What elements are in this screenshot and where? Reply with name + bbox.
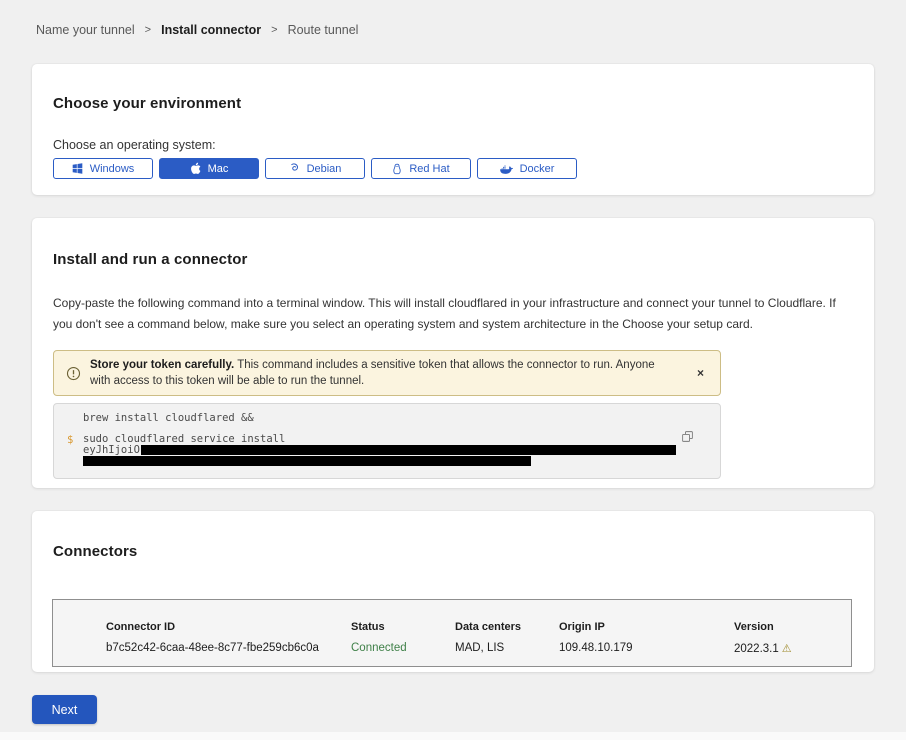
install-description: Copy-paste the following command into a … [53, 293, 848, 335]
token-prefix: eyJhIjoiO [83, 444, 140, 456]
os-button-label: Docker [520, 163, 555, 175]
copy-icon[interactable] [681, 430, 694, 443]
warning-triangle-icon: ⚠ [782, 643, 792, 655]
breadcrumb-route-tunnel[interactable]: Route tunnel [288, 23, 359, 37]
os-select-label: Choose an operating system: [53, 138, 853, 152]
environment-card: Choose your environment Choose an operat… [32, 64, 874, 195]
code-line-service-install: sudo cloudflared service install [83, 434, 720, 445]
status-badge: Connected [351, 642, 455, 655]
linux-penguin-icon [392, 163, 402, 175]
breadcrumb-name-your-tunnel[interactable]: Name your tunnel [36, 23, 135, 37]
os-button-docker[interactable]: Docker [477, 158, 577, 179]
token-warning-title: Store your token carefully. [90, 359, 234, 371]
version-value: 2022.3.1⚠ [734, 642, 851, 655]
close-icon[interactable]: × [695, 365, 706, 381]
os-button-mac[interactable]: Mac [159, 158, 259, 179]
shell-prompt: $ [67, 434, 73, 446]
debian-swirl-icon [289, 163, 300, 174]
os-button-label: Mac [208, 163, 229, 175]
bottom-strip [0, 732, 906, 740]
connector-id-value: b7c52c42-6caa-48ee-8c77-fbe259cb6c0a [106, 642, 351, 655]
page-content: Choose your environment Choose an operat… [0, 64, 906, 724]
code-line-brew: brew install cloudflared && [83, 413, 720, 424]
os-button-debian[interactable]: Debian [265, 158, 365, 179]
token-warning-banner: Store your token carefully. This command… [53, 350, 721, 396]
apple-icon [190, 162, 201, 175]
connectors-card: Connectors Connector ID Status Data cent… [32, 511, 874, 672]
column-header-data-centers: Data centers [455, 621, 559, 633]
alert-circle-icon [66, 366, 81, 381]
os-button-row: Windows Mac Debian Red Hat [53, 158, 853, 179]
windows-icon [72, 163, 83, 174]
install-connector-card: Install and run a connector Copy-paste t… [32, 218, 874, 488]
os-button-label: Red Hat [409, 163, 449, 175]
column-header-origin-ip: Origin IP [559, 621, 734, 633]
redacted-token-bar [141, 445, 676, 455]
docker-whale-icon [500, 164, 513, 174]
code-line-token: eyJhIjoiO [83, 445, 720, 456]
origin-ip-value: 109.48.10.179 [559, 642, 734, 655]
version-number: 2022.3.1 [734, 643, 779, 655]
column-header-version: Version [734, 621, 851, 633]
breadcrumb-install-connector[interactable]: Install connector [161, 23, 261, 37]
os-button-label: Debian [307, 163, 342, 175]
install-card-title: Install and run a connector [53, 251, 853, 268]
connectors-table: Connector ID Status Data centers Origin … [52, 599, 852, 667]
redacted-token-bar [83, 456, 531, 466]
os-button-label: Windows [90, 163, 135, 175]
breadcrumb: Name your tunnel > Install connector > R… [0, 0, 906, 37]
breadcrumb-separator: > [145, 24, 151, 36]
install-command-code-block: brew install cloudflared && $ sudo cloud… [53, 403, 721, 479]
data-centers-value: MAD, LIS [455, 642, 559, 655]
connectors-table-header: Connector ID Status Data centers Origin … [53, 600, 851, 633]
table-row: b7c52c42-6caa-48ee-8c77-fbe259cb6c0a Con… [53, 633, 851, 655]
os-button-windows[interactable]: Windows [53, 158, 153, 179]
code-line-token-continued [83, 456, 720, 467]
column-header-status: Status [351, 621, 455, 633]
breadcrumb-separator: > [271, 24, 277, 36]
token-warning-text: Store your token carefully. This command… [90, 357, 708, 389]
next-button[interactable]: Next [32, 695, 97, 724]
os-button-redhat[interactable]: Red Hat [371, 158, 471, 179]
environment-card-title: Choose your environment [53, 95, 853, 112]
connectors-card-title: Connectors [53, 543, 853, 560]
column-header-connector-id: Connector ID [106, 621, 351, 633]
